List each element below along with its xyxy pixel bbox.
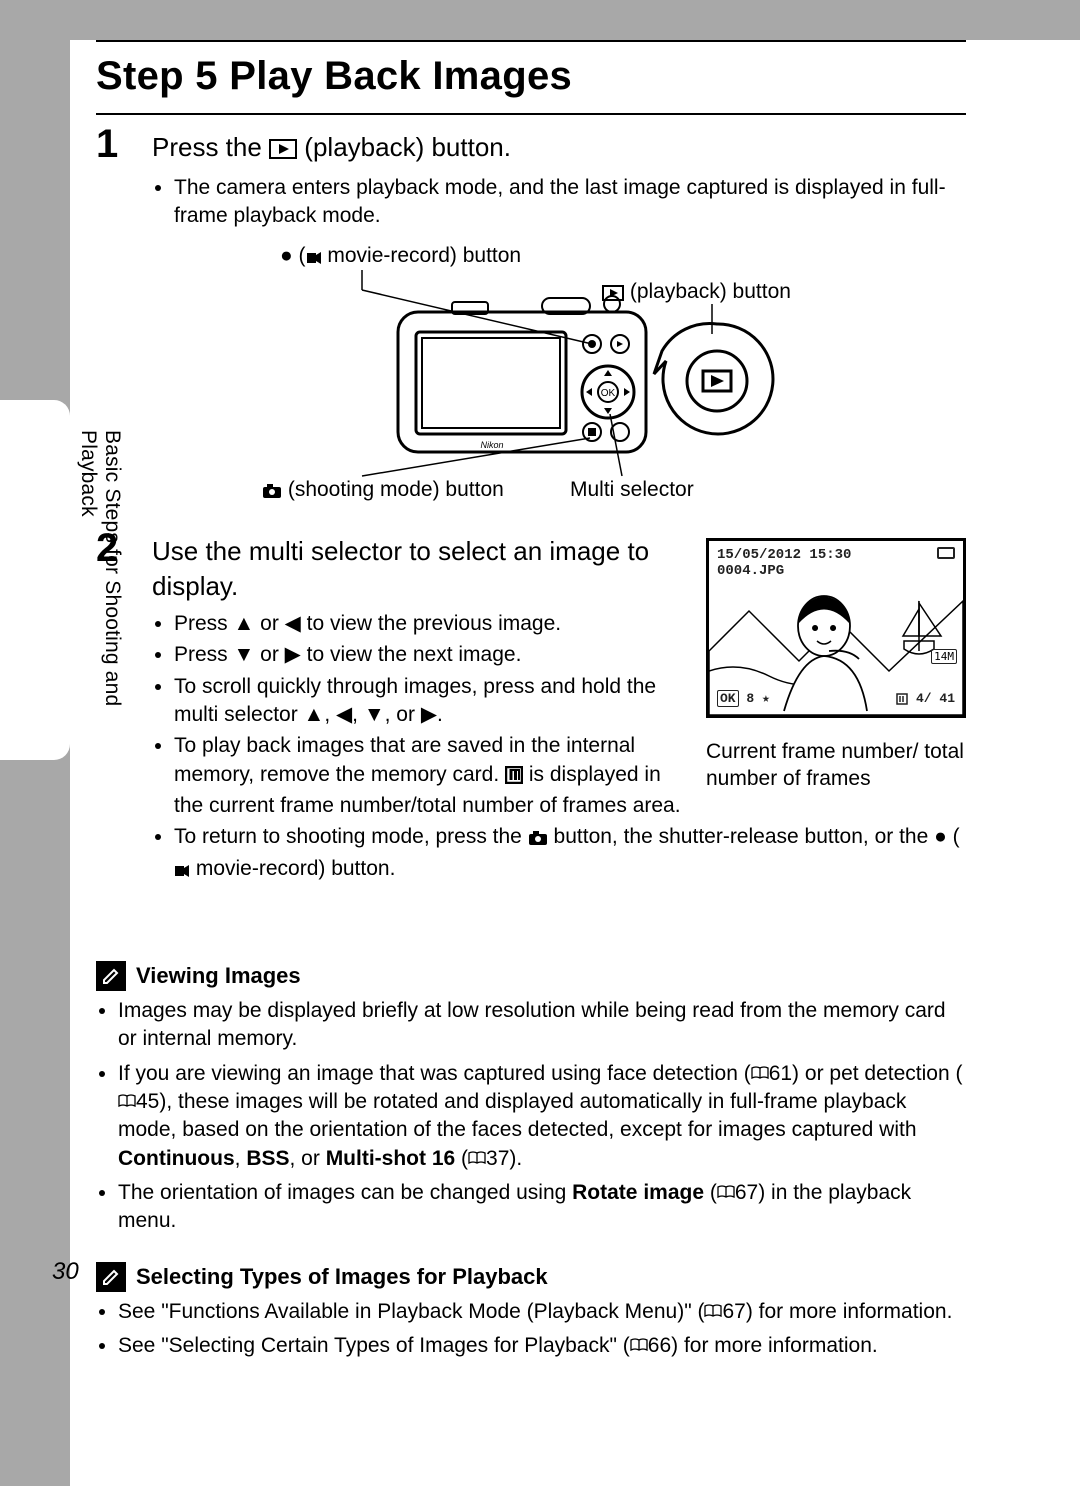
internal-memory-icon: [505, 764, 523, 792]
step-2-bullet-2: Press ▼ or ▶ to view the next image.: [174, 641, 686, 672]
record-dot-icon: ●: [280, 244, 293, 267]
page-margin-top: [0, 0, 1080, 40]
lcd-caption: Current frame number/ total number of fr…: [706, 738, 966, 793]
side-tab: [0, 400, 70, 760]
step-1-heading: Press the (playback) button.: [152, 130, 966, 168]
book-icon: [704, 1304, 722, 1318]
selecting-bullets: See "Functions Available in Playback Mod…: [96, 1298, 966, 1367]
book-icon: [118, 1094, 136, 1108]
section-header: Step 5 Play Back Images: [96, 40, 966, 115]
step-2-number: 2: [96, 526, 118, 571]
playback-icon: [269, 133, 297, 168]
lcd-preview: 15/05/2012 15:30 0004.JPG 14M OK 8 ★ 4/ …: [706, 538, 966, 793]
right-arrow-icon: ▶: [421, 703, 437, 726]
step-2: 2 Use the multi selector to select an im…: [96, 534, 966, 889]
internal-memory-icon: [896, 693, 908, 709]
step-2-heading: Use the multi selector to select an imag…: [152, 534, 686, 604]
step-1: 1 Press the (playback) button. The camer…: [96, 130, 966, 524]
book-icon: [751, 1066, 769, 1080]
label-movie-record: ● ( movie-record) button: [280, 244, 521, 271]
record-dot-icon: ●: [934, 825, 947, 848]
movie-record-icon: [306, 247, 322, 271]
osd-size-badge: 14M: [931, 649, 957, 664]
step-2-bullets: Press ▲ or ◀ to view the previous image.…: [152, 610, 686, 823]
book-icon: [468, 1151, 486, 1165]
page-title: Step 5 Play Back Images: [96, 54, 966, 99]
note-viewing-title: Viewing Images: [136, 963, 301, 989]
viewing-bullet-2: If you are viewing an image that was cap…: [118, 1060, 966, 1179]
viewing-bullet-3: The orientation of images can be changed…: [118, 1179, 966, 1242]
svg-text:Nikon: Nikon: [480, 440, 503, 450]
osd-top: 15/05/2012 15:30 0004.JPG: [717, 547, 851, 579]
camera-illustration: OK: [392, 292, 652, 472]
book-icon: [717, 1185, 735, 1199]
osd-bottom: OK 8 ★ 4/ 41: [717, 691, 955, 709]
step-2-bullets-wide: To return to shooting mode, press the bu…: [152, 823, 966, 889]
note-selecting-title: Selecting Types of Images for Playback: [136, 1264, 548, 1290]
viewing-bullets: Images may be displayed briefly at low r…: [96, 997, 966, 1242]
osd-date: 15/05/2012 15:30: [717, 547, 851, 563]
manual-page: Step 5 Play Back Images Basic Steps for …: [0, 0, 1080, 1486]
lcd-screen: 15/05/2012 15:30 0004.JPG 14M OK 8 ★ 4/ …: [706, 538, 966, 718]
step-1-bullets: The camera enters playback mode, and the…: [152, 174, 966, 234]
right-arrow-icon: ▶: [285, 643, 301, 666]
up-arrow-icon: ▲: [304, 703, 325, 726]
step-2-bullet-3: To scroll quickly through images, press …: [174, 673, 686, 733]
book-icon: [630, 1338, 648, 1352]
note-viewing-head: Viewing Images: [96, 961, 966, 991]
step-2-bullet-4: To play back images that are saved in th…: [174, 732, 686, 823]
pencil-icon: [96, 1262, 126, 1292]
step-2-bullet-5: To return to shooting mode, press the bu…: [174, 823, 966, 889]
left-arrow-icon: ◀: [336, 703, 352, 726]
pencil-icon: [96, 961, 126, 991]
camera-diagram: ● ( movie-record) button (playback) butt…: [262, 244, 882, 524]
note-selecting-head: Selecting Types of Images for Playback: [96, 1262, 966, 1292]
svg-text:OK: OK: [601, 388, 616, 399]
down-arrow-icon: ▼: [234, 643, 255, 666]
playback-button-bubble: [652, 316, 782, 446]
camera-icon: [262, 481, 282, 505]
notes: Viewing Images Images may be displayed b…: [96, 961, 966, 1366]
viewing-bullet-1: Images may be displayed briefly at low r…: [118, 997, 966, 1060]
label-multi-selector: Multi selector: [570, 478, 694, 502]
step-2-bullet-1: Press ▲ or ◀ to view the previous image.: [174, 610, 686, 641]
label-shooting-mode: (shooting mode) button: [262, 478, 504, 505]
page-content: 1 Press the (playback) button. The camer…: [96, 130, 966, 1387]
up-arrow-icon: ▲: [234, 612, 255, 635]
selecting-bullet-2: See "Selecting Certain Types of Images f…: [118, 1332, 966, 1366]
down-arrow-icon: ▼: [364, 703, 385, 726]
step-1-bullet-1: The camera enters playback mode, and the…: [174, 174, 966, 234]
step-1-number: 1: [96, 122, 118, 167]
movie-record-icon: [174, 858, 190, 886]
camera-icon: [528, 826, 548, 854]
page-number: 30: [52, 1258, 79, 1286]
osd-filename: 0004.JPG: [717, 563, 851, 579]
left-arrow-icon: ◀: [285, 612, 301, 635]
selecting-bullet-1: See "Functions Available in Playback Mod…: [118, 1298, 966, 1332]
battery-icon: [937, 547, 955, 559]
